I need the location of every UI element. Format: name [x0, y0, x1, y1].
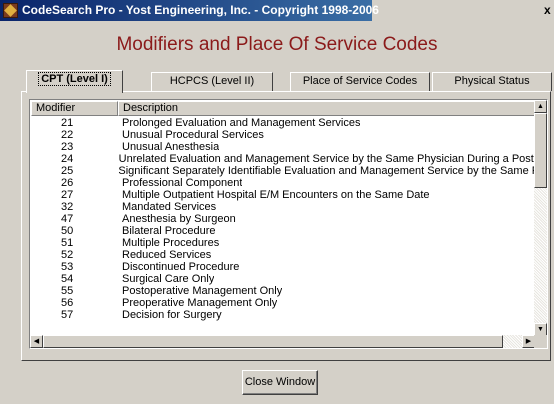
- close-window-button[interactable]: Close Window: [242, 370, 318, 395]
- table-row[interactable]: 22 Unusual Procedural Services: [31, 129, 536, 141]
- table-row[interactable]: 54 Surgical Care Only: [31, 273, 536, 285]
- description-cell: Multiple Procedures: [122, 237, 220, 249]
- modifier-cell: 26: [61, 177, 74, 189]
- description-cell: Bilateral Procedure: [122, 225, 216, 237]
- modifier-cell: 32: [61, 201, 74, 213]
- description-cell: Reduced Services: [122, 249, 212, 261]
- column-header-modifier[interactable]: Modifier: [31, 101, 118, 116]
- description-cell: Unusual Anesthesia: [122, 141, 220, 153]
- description-cell: Multiple Outpatient Hospital E/M Encount…: [122, 189, 430, 201]
- modifier-cell: 24: [61, 153, 74, 165]
- scroll-up-icon[interactable]: ▲: [534, 100, 547, 113]
- description-cell: Unrelated Evaluation and Management Serv…: [118, 153, 536, 165]
- table-row[interactable]: 23 Unusual Anesthesia: [31, 141, 536, 153]
- description-cell: Significant Separately Identifiable Eval…: [118, 165, 536, 177]
- scroll-left-icon[interactable]: ◀: [30, 335, 43, 348]
- table-row[interactable]: 47 Anesthesia by Surgeon: [31, 213, 536, 225]
- modifier-cell: 21: [61, 117, 74, 129]
- modifier-cell: 50: [61, 225, 74, 237]
- modifier-cell: 25: [61, 165, 74, 177]
- modifier-cell: 23: [61, 141, 74, 153]
- table-row[interactable]: 21 Prolonged Evaluation and Management Se…: [31, 117, 536, 129]
- vertical-scrollbar[interactable]: ▲ ▼: [534, 100, 547, 336]
- modifier-cell: 51: [61, 237, 74, 249]
- modifier-cell: 56: [61, 297, 74, 309]
- tab-hcpcs[interactable]: HCPCS (Level II): [151, 72, 273, 91]
- title-bar: CodeSearch Pro - Yost Engineering, Inc. …: [0, 0, 554, 21]
- column-header-description[interactable]: Description: [118, 101, 536, 116]
- modifier-list[interactable]: Modifier Description 21 Prolonged Evaluat…: [29, 99, 548, 349]
- description-cell: Discontinued Procedure: [122, 261, 240, 273]
- table-row[interactable]: 27 Multiple Outpatient Hospital E/M Encou…: [31, 189, 536, 201]
- tab-physical-status[interactable]: Physical Status: [432, 72, 552, 91]
- description-cell: Surgical Care Only: [122, 273, 215, 285]
- list-rows: 21 Prolonged Evaluation and Management Se…: [31, 117, 536, 335]
- modifier-cell: 57: [61, 309, 74, 321]
- description-cell: Preoperative Management Only: [122, 297, 278, 309]
- page-title: Modifiers and Place Of Service Codes: [116, 34, 438, 55]
- modifier-cell: 22: [61, 129, 74, 141]
- table-row[interactable]: 25 Significant Separately Identifiable Ev…: [31, 165, 536, 177]
- vertical-scroll-thumb[interactable]: [534, 113, 547, 188]
- window-title: CodeSearch Pro - Yost Engineering, Inc. …: [22, 3, 379, 17]
- description-cell: Postoperative Management Only: [122, 285, 283, 297]
- modifier-cell: 27: [61, 189, 74, 201]
- tab-physical-status-label: Physical Status: [454, 75, 530, 87]
- table-row[interactable]: 57 Decision for Surgery: [31, 309, 536, 321]
- scroll-corner: [534, 335, 547, 348]
- modifier-cell: 55: [61, 285, 74, 297]
- description-cell: Unusual Procedural Services: [122, 129, 264, 141]
- description-cell: Mandated Services: [122, 201, 217, 213]
- table-row[interactable]: 50 Bilateral Procedure: [31, 225, 536, 237]
- horizontal-scrollbar[interactable]: ◀ ▶: [30, 335, 535, 348]
- list-header: Modifier Description: [31, 101, 536, 116]
- table-row[interactable]: 55 Postoperative Management Only: [31, 285, 536, 297]
- close-icon[interactable]: x: [544, 3, 554, 18]
- app-icon: [3, 3, 18, 18]
- table-row[interactable]: 32 Mandated Services: [31, 201, 536, 213]
- description-cell: Anesthesia by Surgeon: [122, 213, 236, 225]
- modifier-cell: 53: [61, 261, 74, 273]
- description-cell: Prolonged Evaluation and Management Serv…: [122, 117, 361, 129]
- table-row[interactable]: 24 Unrelated Evaluation and Management Se…: [31, 153, 536, 165]
- tab-hcpcs-label: HCPCS (Level II): [169, 75, 255, 87]
- table-row[interactable]: 52 Reduced Services: [31, 249, 536, 261]
- description-cell: Decision for Surgery: [122, 309, 222, 321]
- table-row[interactable]: 26 Professional Component: [31, 177, 536, 189]
- modifier-cell: 47: [61, 213, 74, 225]
- description-cell: Professional Component: [122, 177, 243, 189]
- horizontal-scroll-thumb[interactable]: [43, 335, 503, 348]
- tab-place-of-service[interactable]: Place of Service Codes: [290, 72, 430, 91]
- tab-cpt[interactable]: CPT (Level I): [26, 70, 123, 93]
- tab-cpt-label: CPT (Level I): [38, 72, 111, 86]
- table-row[interactable]: 56 Preoperative Management Only: [31, 297, 536, 309]
- modifier-cell: 54: [61, 273, 74, 285]
- modifier-cell: 52: [61, 249, 74, 261]
- tab-place-of-service-label: Place of Service Codes: [302, 75, 418, 87]
- table-row[interactable]: 51 Multiple Procedures: [31, 237, 536, 249]
- table-row[interactable]: 53 Discontinued Procedure: [31, 261, 536, 273]
